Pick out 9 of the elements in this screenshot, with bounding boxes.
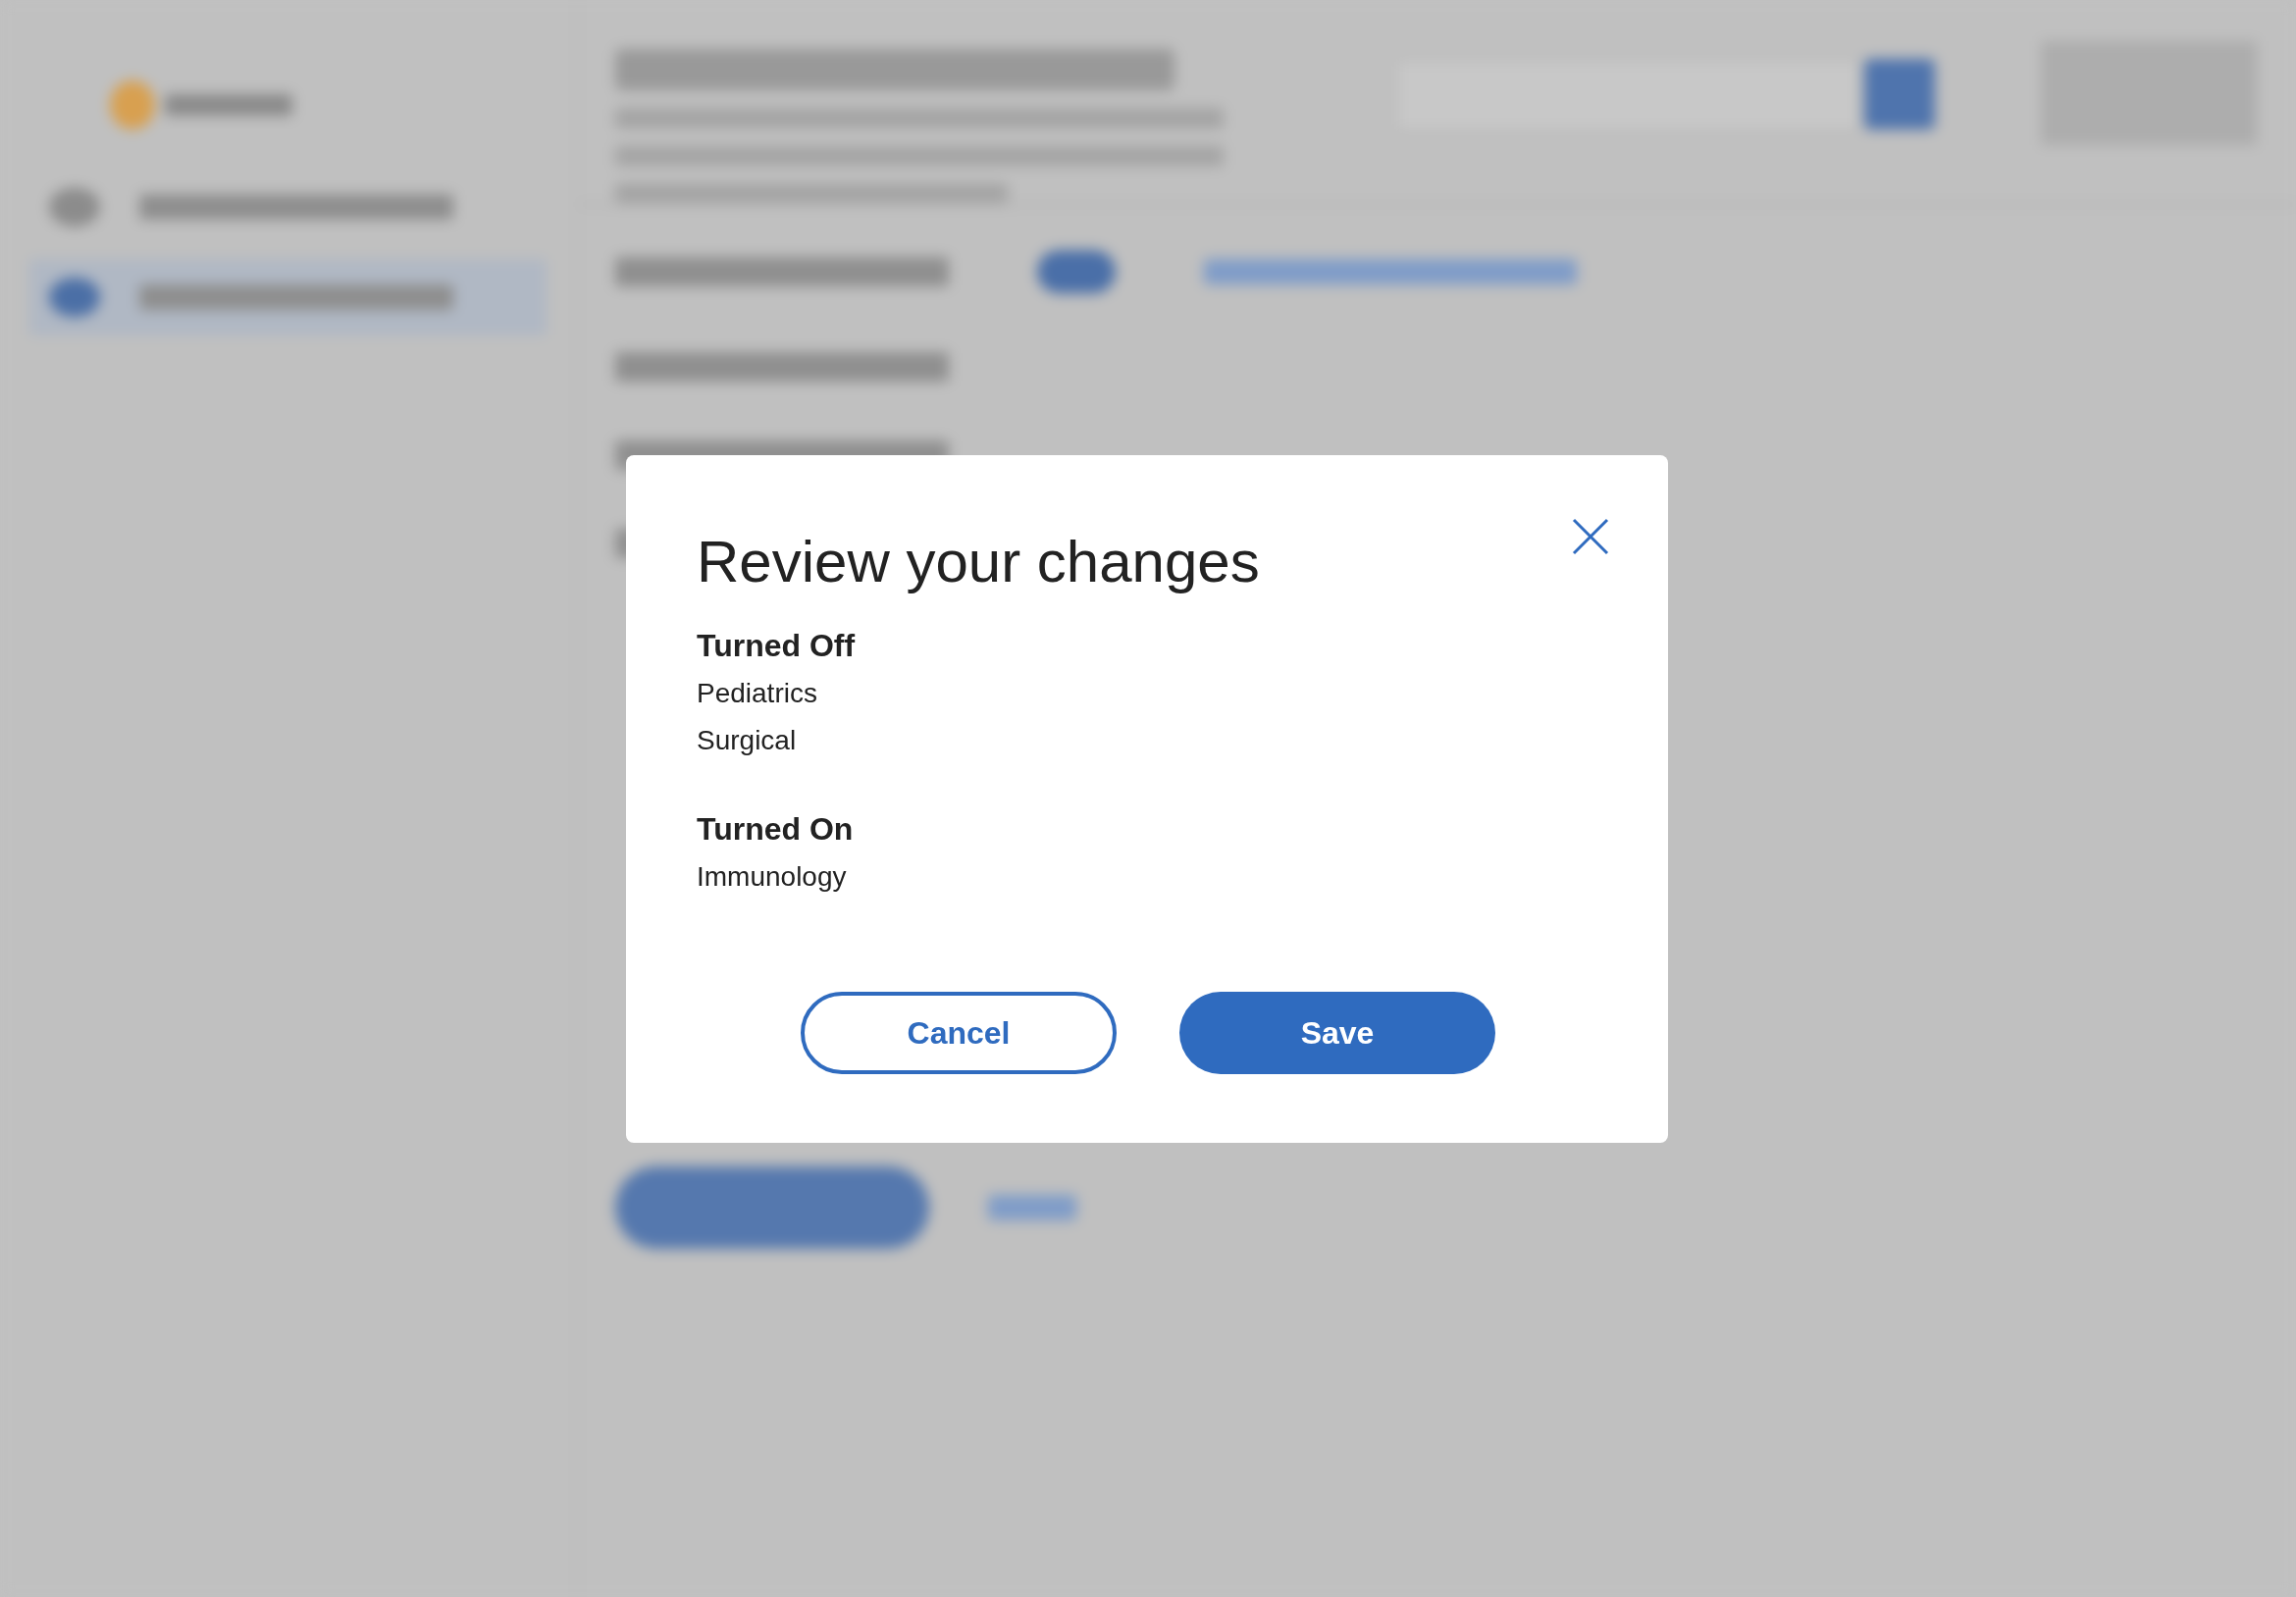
close-icon[interactable] <box>1572 518 1609 555</box>
change-item: Immunology <box>697 860 848 894</box>
change-item: Pediatrics <box>697 677 818 710</box>
save-button[interactable]: Save <box>1179 992 1495 1074</box>
cancel-button[interactable]: Cancel <box>801 992 1117 1074</box>
change-item: Surgical <box>697 724 798 757</box>
section-heading: Turned Off <box>697 628 857 664</box>
section-heading: Turned On <box>697 811 855 848</box>
dialog-title: Review your changes <box>697 530 1261 594</box>
